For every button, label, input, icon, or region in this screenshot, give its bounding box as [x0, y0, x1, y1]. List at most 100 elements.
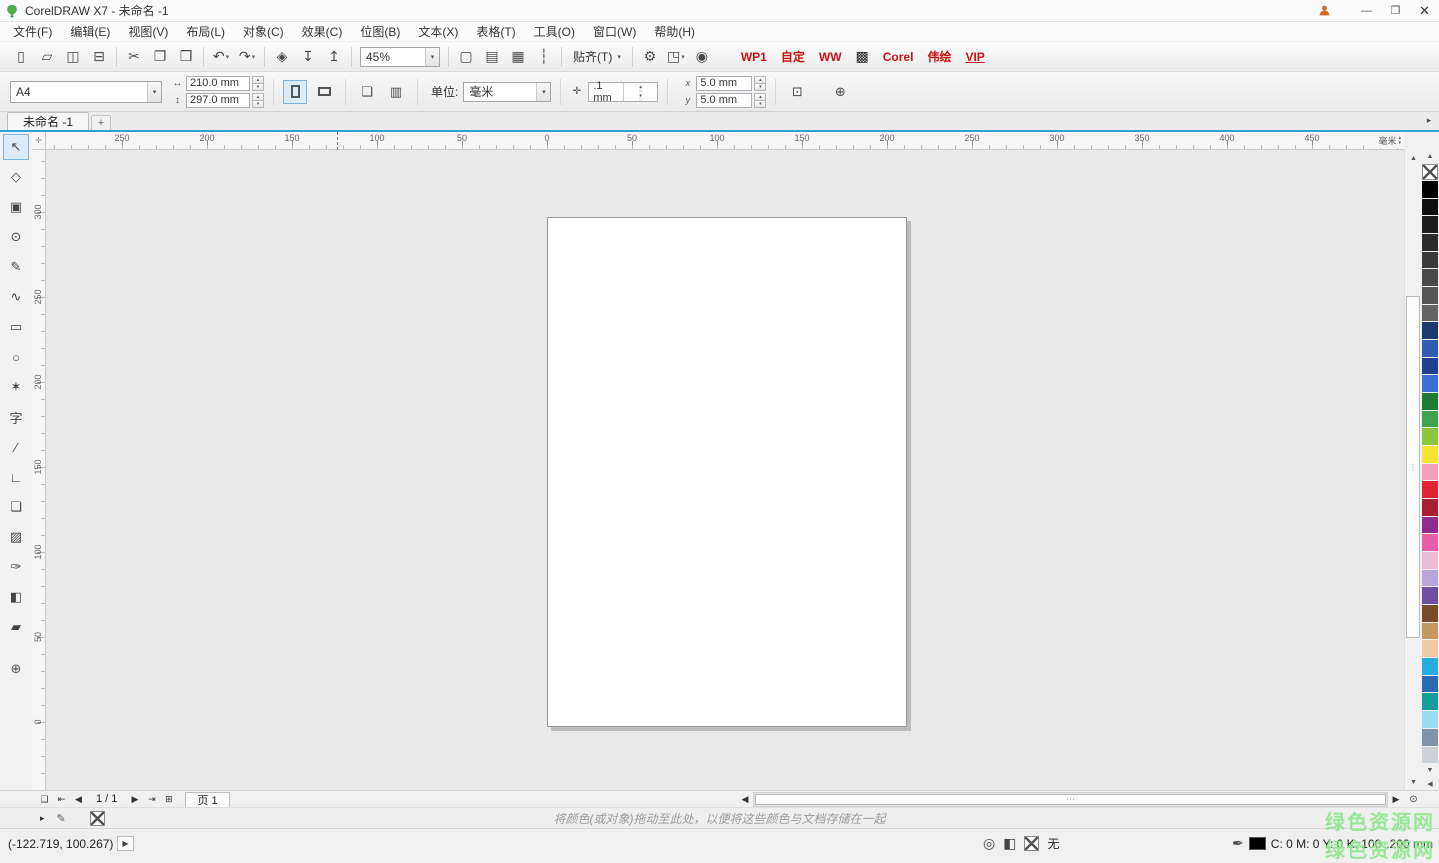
palette-color-18[interactable]	[1422, 499, 1438, 516]
first-page-button[interactable]: ⇤	[53, 792, 70, 807]
welcome-screen-button[interactable]: ◉	[689, 45, 715, 69]
snap-to-dropdown[interactable]: 贴齐(T) ▾	[566, 45, 628, 69]
palette-color-29[interactable]	[1422, 693, 1438, 710]
search-content-button[interactable]: ◈	[269, 45, 295, 69]
landscape-button[interactable]	[312, 80, 336, 104]
palette-color-25[interactable]	[1422, 623, 1438, 640]
outline-color-swatch[interactable]	[1249, 837, 1266, 850]
current-page-button[interactable]: ▥	[384, 80, 408, 104]
treat-as-filled-button[interactable]: ⊡	[785, 80, 809, 104]
palette-color-5[interactable]	[1422, 269, 1438, 286]
polygon-tool[interactable]: ✶	[3, 374, 29, 400]
new-document-tab-button[interactable]: +	[91, 115, 111, 130]
import-button[interactable]: ↧	[295, 45, 321, 69]
more-tools-button[interactable]: ⊕	[3, 656, 29, 682]
show-guidelines-button[interactable]: ┆	[531, 45, 557, 69]
duplicate-y-input[interactable]: 5.0 mm	[696, 93, 752, 108]
status-expand-button[interactable]: ▶	[117, 836, 134, 851]
tab-scroll-right-button[interactable]: ▸	[1422, 113, 1436, 127]
chevron-down-icon[interactable]: ▾	[425, 48, 439, 66]
duplicate-y-spinner[interactable]: ▴▾	[754, 93, 766, 108]
horizontal-scrollbar[interactable]: ⋯	[753, 792, 1388, 807]
palette-color-28[interactable]	[1422, 676, 1438, 693]
minimize-button[interactable]: —	[1352, 0, 1381, 21]
center-page-button[interactable]: ⊕	[828, 80, 852, 104]
print-button[interactable]: ⊟	[86, 45, 112, 69]
pan-zoom-button[interactable]: ⊙	[1405, 792, 1422, 807]
menu-item-7[interactable]: 文本(X)	[409, 21, 467, 42]
nudge-offset-spinner[interactable]: ▴▾	[623, 83, 658, 101]
scroll-up-button[interactable]: ▲	[1405, 150, 1422, 166]
palette-color-4[interactable]	[1422, 252, 1438, 269]
menu-item-5[interactable]: 效果(C)	[293, 21, 352, 42]
plugin-vip-button[interactable]: VIP	[965, 50, 984, 64]
palette-scroll-down-button[interactable]: ▼	[1422, 764, 1438, 777]
palette-color-3[interactable]	[1422, 234, 1438, 251]
smart-fill-tool[interactable]: ▰	[3, 614, 29, 640]
copy-button[interactable]: ❐	[147, 45, 173, 69]
drop-shadow-tool[interactable]: ❏	[3, 494, 29, 520]
palette-scroll-up-button[interactable]: ▲	[1422, 150, 1438, 163]
document-tab[interactable]: 未命名 -1	[7, 112, 89, 130]
ruler-origin-button[interactable]: ✛	[32, 132, 46, 150]
menu-item-11[interactable]: 帮助(H)	[645, 21, 704, 42]
horizontal-ruler[interactable]: 2502001501005005010015020025030035040045…	[46, 132, 1404, 150]
outline-pen-icon[interactable]: ✒	[1232, 835, 1244, 852]
plugin-自定-button[interactable]: 自定	[781, 48, 805, 65]
parallel-dimension-tool[interactable]: ∕	[3, 434, 29, 460]
plugin-伟绘-button[interactable]: 伟绘	[927, 48, 951, 65]
palette-color-9[interactable]	[1422, 340, 1438, 357]
document-page[interactable]	[547, 217, 907, 727]
scroll-right-button[interactable]: ▶	[1388, 792, 1404, 807]
redo-button[interactable]: ↷▾	[234, 45, 260, 69]
palette-color-15[interactable]	[1422, 446, 1438, 463]
palette-color-31[interactable]	[1422, 729, 1438, 746]
shape-tool[interactable]: ◇	[3, 164, 29, 190]
palette-color-19[interactable]	[1422, 517, 1438, 534]
close-button[interactable]: ✕	[1410, 0, 1439, 21]
palette-color-27[interactable]	[1422, 658, 1438, 675]
nudge-offset-input[interactable]: .1 mm ▴▾	[588, 82, 658, 102]
menu-item-0[interactable]: 文件(F)	[4, 21, 61, 42]
fill-bucket-icon[interactable]: ◧	[1003, 835, 1016, 852]
palette-color-8[interactable]	[1422, 322, 1438, 339]
connector-tool[interactable]: ∟	[3, 464, 29, 490]
menu-item-1[interactable]: 编辑(E)	[61, 21, 119, 42]
menu-item-6[interactable]: 位图(B)	[351, 21, 409, 42]
palette-color-22[interactable]	[1422, 570, 1438, 587]
vertical-scrollbar[interactable]: ▲ ⋮ ▼	[1404, 150, 1421, 790]
palette-color-26[interactable]	[1422, 640, 1438, 657]
palette-color-6[interactable]	[1422, 287, 1438, 304]
export-button[interactable]: ↥	[321, 45, 347, 69]
color-eyedropper-tool[interactable]: ✑	[3, 554, 29, 580]
menu-item-8[interactable]: 表格(T)	[467, 21, 524, 42]
chevron-down-icon[interactable]: ▾	[536, 83, 550, 101]
options-button[interactable]: ⚙	[637, 45, 663, 69]
palette-color-1[interactable]	[1422, 199, 1438, 216]
palette-color-21[interactable]	[1422, 552, 1438, 569]
pick-tool[interactable]: ↖	[3, 134, 29, 160]
transparency-tool[interactable]: ▨	[3, 524, 29, 550]
menu-item-10[interactable]: 窗口(W)	[584, 21, 645, 42]
duplicate-x-spinner[interactable]: ▴▾	[754, 76, 766, 91]
last-page-button[interactable]: ⇥	[143, 792, 160, 807]
vertical-scrollbar-thumb[interactable]: ⋮	[1406, 296, 1420, 638]
all-pages-button[interactable]: ❏	[355, 80, 379, 104]
palette-expand-button[interactable]: ◀	[1422, 777, 1438, 790]
paste-button[interactable]: ❒	[173, 45, 199, 69]
menu-item-9[interactable]: 工具(O)	[525, 21, 584, 42]
portrait-button[interactable]	[283, 80, 307, 104]
palette-color-0[interactable]	[1422, 181, 1438, 198]
ruler-unit-arrows[interactable]: ▴▾	[1398, 136, 1401, 146]
page-width-spinner[interactable]: ▴▾	[252, 76, 264, 91]
menu-item-4[interactable]: 对象(C)	[234, 21, 293, 42]
zoom-tool[interactable]: ⊙	[3, 224, 29, 250]
page-size-select[interactable]: A4 ▾	[10, 81, 162, 103]
next-page-button[interactable]: ▶	[126, 792, 143, 807]
palette-color-23[interactable]	[1422, 587, 1438, 604]
show-rulers-button[interactable]: ▤	[479, 45, 505, 69]
freehand-tool[interactable]: ✎	[3, 254, 29, 280]
palette-color-10[interactable]	[1422, 358, 1438, 375]
plugin-corel-button[interactable]: Corel	[883, 50, 914, 64]
scroll-down-button[interactable]: ▼	[1405, 774, 1422, 790]
